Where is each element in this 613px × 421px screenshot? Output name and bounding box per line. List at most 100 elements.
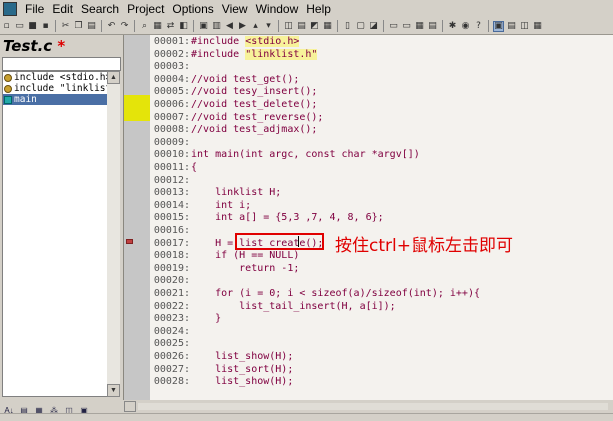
line-number: 00015:	[153, 212, 190, 224]
line-number: 00005:	[153, 86, 190, 98]
up-icon[interactable]: ▴	[250, 21, 261, 32]
bookmark-list-icon[interactable]: ▣	[198, 21, 209, 32]
line-number: 00003:	[153, 61, 190, 73]
code-line[interactable]: 00007://void test_reverse();	[150, 112, 613, 125]
app-icon	[3, 2, 17, 16]
save-icon[interactable]: ■	[27, 21, 38, 32]
menu-view[interactable]: View	[218, 2, 252, 16]
relation-window-icon[interactable]: ◫	[519, 21, 530, 32]
bookmark-icon[interactable]: ◧	[178, 21, 189, 32]
layout-icon[interactable]: ◪	[368, 21, 379, 32]
code-line[interactable]: 00019: return -1;	[150, 263, 613, 276]
menu-options[interactable]: Options	[168, 2, 217, 16]
window-icon[interactable]: ▢	[355, 21, 366, 32]
code-line[interactable]: 00023: }	[150, 313, 613, 326]
line-number: 00009:	[153, 136, 190, 148]
line-number: 00001:	[153, 36, 190, 47]
toolbar-separator	[442, 20, 443, 32]
undo-icon[interactable]: ↶	[106, 21, 117, 32]
code-text: int main(int argc, const char *argv[])	[191, 149, 420, 161]
code-line[interactable]: 00025:	[150, 338, 613, 351]
panel-list-icon[interactable]: ▤	[427, 21, 438, 32]
context-icon[interactable]: ◩	[309, 21, 320, 32]
symbol-item-selected[interactable]: main	[3, 94, 107, 105]
scroll-left-icon[interactable]	[124, 401, 136, 412]
code-line[interactable]: 00014: int i;	[150, 200, 613, 213]
window-tile-icon[interactable]: ▦	[322, 21, 333, 32]
code-line[interactable]: 00020:	[150, 275, 613, 288]
cut-icon[interactable]: ✂	[60, 21, 71, 32]
jump-back-icon[interactable]: ◀	[224, 21, 235, 32]
editor-gutter[interactable]	[124, 35, 150, 400]
code-line[interactable]: 00028: list_show(H);	[150, 376, 613, 389]
open-icon[interactable]: ▭	[14, 21, 25, 32]
code-line[interactable]: 00004://void test_get();	[150, 74, 613, 87]
paste-icon[interactable]: ▤	[86, 21, 97, 32]
symbol-toggle-icon[interactable]: ✱	[447, 21, 458, 32]
info-icon[interactable]: ◉	[460, 21, 471, 32]
code-line[interactable]: 00005://void tesy_insert();	[150, 86, 613, 99]
window-split-icon[interactable]: ▯	[342, 21, 353, 32]
symbol-item[interactable]: include <stdio.h>	[3, 72, 107, 83]
line-number: 00002:	[153, 48, 190, 60]
editor-hscrollbar[interactable]	[124, 400, 613, 413]
down-icon[interactable]: ▾	[263, 21, 274, 32]
menu-file[interactable]: File	[21, 2, 48, 16]
code-line[interactable]: 00012:	[150, 175, 613, 188]
panel-icon[interactable]: ▭	[388, 21, 399, 32]
code-line[interactable]: 00024:	[150, 326, 613, 339]
menu-edit[interactable]: Edit	[48, 2, 77, 16]
code-line[interactable]: 00021: for (i = 0; i < sizeof(a)/sizeof(…	[150, 288, 613, 301]
code-line[interactable]: 00027: list_sort(H);	[150, 364, 613, 377]
code-text: list_show(H);	[191, 351, 294, 362]
symbol-list-icon[interactable]: ▥	[211, 21, 222, 32]
symbol-list-scrollbar[interactable]: ▲ ▼	[107, 71, 120, 397]
browser-icon[interactable]: ▣	[493, 20, 504, 32]
toolbar-separator	[383, 20, 384, 32]
scroll-track[interactable]	[138, 403, 608, 410]
code-line[interactable]: 00002: #include "linklist.h"	[150, 48, 613, 62]
toolbar-separator	[101, 20, 102, 32]
line-number: 00028:	[153, 376, 190, 388]
scroll-down-icon[interactable]: ▼	[107, 384, 120, 397]
code-line[interactable]: 00015: int a[] = {5,3 ,7, 4, 8, 6};	[150, 212, 613, 225]
menu-window[interactable]: Window	[252, 2, 303, 16]
panel-grid-icon[interactable]: ▦	[414, 21, 425, 32]
scroll-up-icon[interactable]: ▲	[107, 71, 120, 84]
code-line[interactable]: 00010: int main(int argc, const char *arg…	[150, 149, 613, 162]
project-window-icon[interactable]: ▤	[506, 21, 517, 32]
help-icon[interactable]: ?	[473, 21, 484, 32]
relation-icon[interactable]: ▤	[296, 21, 307, 32]
code-line[interactable]: 00001: #include <stdio.h>	[150, 36, 613, 49]
lookup-icon[interactable]: ◫	[283, 21, 294, 32]
save-all-icon[interactable]: ▪	[40, 21, 51, 32]
code-line[interactable]: 00006://void test_delete();	[150, 99, 613, 112]
menu-project[interactable]: Project	[123, 2, 168, 16]
replace-icon[interactable]: ⇄	[165, 21, 176, 32]
code-line[interactable]: 00011:{	[150, 162, 613, 175]
code-line[interactable]: 00022: list_tail_insert(H, a[i]);	[150, 301, 613, 314]
code-line[interactable]: 00003:	[150, 61, 613, 74]
toolbar-separator	[278, 20, 279, 32]
find-icon[interactable]: ⌕	[139, 21, 150, 32]
menu-search[interactable]: Search	[77, 2, 123, 16]
new-file-icon[interactable]: ▫	[1, 21, 12, 32]
code-line[interactable]: 00026: list_show(H);	[150, 351, 613, 364]
line-marker-icon	[126, 239, 133, 244]
panel-split-icon[interactable]: ▭	[401, 21, 412, 32]
copy-icon[interactable]: ❐	[73, 21, 84, 32]
code-text: int i;	[191, 199, 252, 211]
code-line[interactable]: 00013: linklist H;	[150, 187, 613, 200]
jump-forward-icon[interactable]: ▶	[237, 21, 248, 32]
redo-icon[interactable]: ↷	[119, 21, 130, 32]
line-number: 00017:	[153, 237, 190, 249]
context-window-icon[interactable]: ▦	[532, 21, 543, 32]
code-editor[interactable]: 00001: #include <stdio.h> 00002: #include "…	[150, 35, 613, 400]
code-line[interactable]: 00009:	[150, 137, 613, 150]
symbol-item[interactable]: include "linklist.	[3, 83, 107, 94]
line-number: 00021:	[153, 288, 190, 299]
code-line[interactable]: 00008://void test_adjmax();	[150, 124, 613, 137]
menu-help[interactable]: Help	[302, 2, 335, 16]
find-files-icon[interactable]: ▦	[152, 21, 163, 32]
symbol-filter-input[interactable]	[2, 57, 121, 71]
